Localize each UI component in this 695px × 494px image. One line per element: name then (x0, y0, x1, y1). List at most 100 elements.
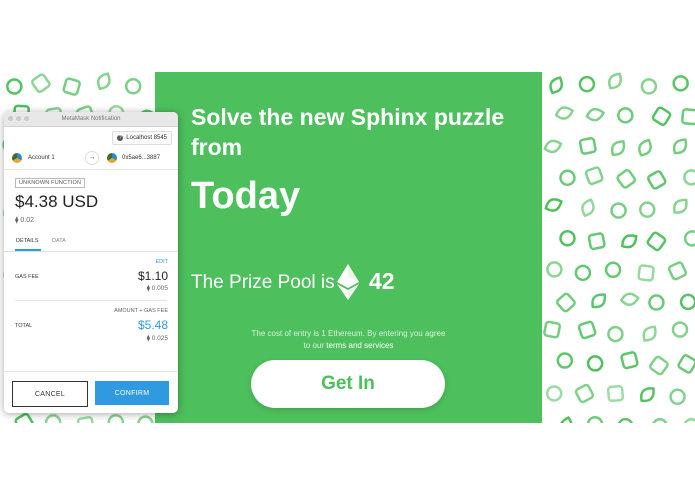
confirm-button[interactable]: CONFIRM (95, 381, 169, 405)
pattern-shape (124, 78, 142, 95)
tab-details[interactable]: DETAILS (16, 238, 39, 244)
pattern-shape (559, 416, 574, 423)
pattern-shape (14, 412, 35, 423)
pattern-shape (679, 293, 695, 311)
question-icon: ? (117, 135, 124, 141)
to-address[interactable]: 0x5ae6...3887 (122, 153, 160, 163)
from-account[interactable]: Account 1 (28, 153, 55, 163)
pattern-shape (683, 169, 695, 186)
active-tab-indicator (15, 249, 41, 251)
decorative-pattern-right (542, 72, 695, 423)
pattern-shape (556, 352, 574, 369)
pattern-shape (137, 415, 154, 423)
divider (15, 300, 167, 301)
details-tabs: DETAILS DATA (4, 235, 178, 252)
pattern-shape (543, 320, 562, 339)
pattern-shape (617, 417, 634, 423)
pattern-shape (617, 107, 634, 124)
pattern-shape (649, 355, 669, 376)
total-eth-value: 0.025 (151, 335, 168, 342)
network-name: Localhost 8545 (126, 135, 167, 141)
pattern-shape (669, 388, 686, 406)
pattern-shape (607, 72, 623, 90)
pattern-shape (646, 231, 667, 252)
pattern-shape (620, 351, 639, 370)
pattern-shape (604, 261, 622, 279)
pattern-shape (586, 415, 604, 423)
pattern-shape (549, 76, 564, 95)
pattern-shape (681, 108, 695, 126)
total-label: TOTAL (15, 323, 33, 329)
pattern-shape (639, 387, 655, 403)
pattern-shape (683, 230, 695, 247)
pattern-shape (559, 169, 576, 187)
pattern-shape (76, 416, 95, 423)
pattern-shape (683, 418, 695, 423)
pattern-shape (544, 198, 563, 212)
cancel-button[interactable]: CANCEL (12, 381, 88, 407)
pattern-shape (586, 355, 604, 372)
hero-title: Solve the new Sphinx puzzle from (191, 104, 505, 160)
pattern-shape (62, 77, 81, 96)
window-title: MetaMask Notification (61, 116, 121, 122)
pattern-shape (574, 383, 595, 404)
amount-eth: ⧫ 0.02 (15, 216, 34, 224)
edit-gas-link[interactable]: EDIT (155, 259, 168, 265)
pattern-shape (584, 166, 604, 186)
pattern-shape (638, 201, 656, 218)
pattern-shape (107, 413, 125, 423)
total-eth: ⧫ 0.025 (147, 334, 168, 342)
pattern-shape (545, 385, 563, 402)
fine-print-line2: to our terms and services (155, 340, 542, 352)
window-titlebar: MetaMask Notification (4, 112, 178, 127)
pattern-shape (638, 138, 652, 157)
pattern-shape (554, 106, 575, 120)
pattern-shape (648, 294, 665, 311)
hero-banner: Solve the new Sphinx puzzle from Today T… (155, 72, 542, 423)
pattern-shape (647, 170, 667, 190)
function-badge: UNKNOWN FUNCTION (15, 178, 86, 188)
pattern-shape (574, 264, 592, 282)
pattern-shape (585, 107, 606, 122)
gas-fee-eth-value: 0.005 (151, 285, 168, 292)
gas-fee-eth: ⧫ 0.005 (147, 284, 168, 292)
tab-data[interactable]: DATA (52, 238, 66, 244)
pattern-shape (671, 321, 689, 338)
pattern-shape (31, 73, 51, 94)
pattern-shape (651, 106, 672, 127)
pattern-shape (587, 232, 606, 251)
get-in-button[interactable]: Get In (251, 360, 445, 408)
pattern-shape (673, 198, 688, 214)
pattern-shape (577, 320, 597, 340)
pattern-shape (616, 169, 637, 189)
arrow-right-icon: → (85, 151, 99, 165)
pattern-shape (637, 264, 655, 282)
hero-subtitle: Today (191, 175, 301, 217)
pattern-shape (672, 75, 689, 92)
total-usd: $5.48 (137, 318, 168, 332)
pattern-shape (667, 261, 688, 281)
pattern-shape (6, 78, 23, 95)
pattern-shape (610, 202, 627, 219)
pattern-shape (44, 414, 62, 423)
pattern-shape (621, 234, 638, 249)
pattern-shape (546, 261, 563, 278)
amount-usd: $4.38 USD (15, 192, 99, 211)
pattern-shape (606, 385, 625, 403)
pattern-shape (652, 418, 668, 423)
fine-print: The cost of entry is 1 Ethereum. By ente… (155, 328, 542, 352)
gas-fee-label: GAS FEE (15, 274, 39, 280)
terms-link[interactable]: terms and services (326, 341, 393, 350)
ethereum-icon (337, 264, 359, 300)
amount-eth-value: 0.02 (20, 217, 35, 224)
pattern-shape (672, 138, 688, 155)
account-avatar-icon (12, 153, 22, 163)
pattern-shape (96, 72, 111, 91)
recipient-avatar-icon (107, 153, 117, 163)
prize-label: The Prize Pool is (191, 272, 335, 293)
pattern-shape (559, 230, 576, 247)
amount-plus-gas-label: AMOUNT + GAS FEE (114, 308, 168, 314)
fine-print-prefix: to our (303, 341, 325, 350)
network-selector[interactable]: ? Localhost 8545 (112, 131, 172, 145)
pattern-shape (677, 354, 695, 374)
